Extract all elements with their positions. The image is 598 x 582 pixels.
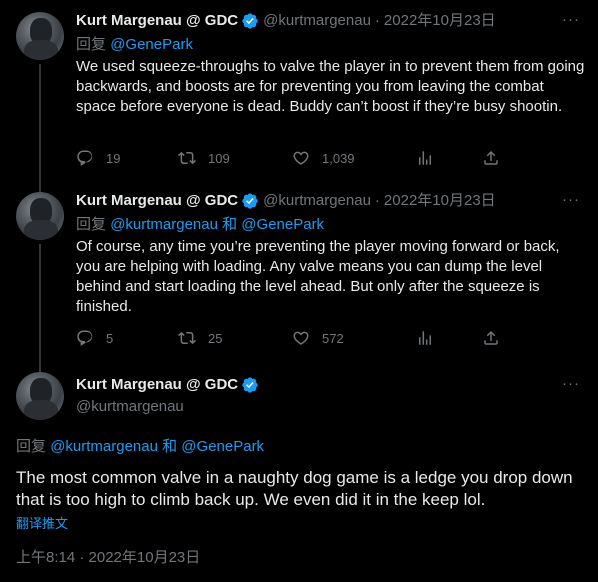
author-name[interactable]: Kurt Margenau @ GDC xyxy=(76,375,238,395)
more-icon[interactable]: ··· xyxy=(562,375,580,392)
author-name[interactable]: Kurt Margenau @ GDC xyxy=(76,191,238,211)
reply-users-link[interactable]: @kurtmargenau 和 @GenePark xyxy=(50,438,264,455)
reply-label: 回复 xyxy=(16,438,47,455)
author-name[interactable]: Kurt Margenau @ GDC xyxy=(76,11,238,31)
translate-tweet-link[interactable]: 翻译推文 xyxy=(16,513,68,532)
share-icon xyxy=(484,330,498,345)
like-icon xyxy=(293,331,309,345)
analytics-button[interactable] xyxy=(416,149,434,167)
tweet-date[interactable]: 2022年10月23日 xyxy=(384,11,496,31)
share-icon xyxy=(484,150,498,165)
tweet-header: Kurt Margenau @ GDC @kurtmargenau · 2022… xyxy=(76,191,496,211)
reply-users-link[interactable]: @kurtmargenau 和 @GenePark xyxy=(110,216,324,233)
reply-count: 19 xyxy=(106,150,121,166)
like-icon xyxy=(293,151,309,165)
like-count: 572 xyxy=(322,330,344,346)
retweet-button[interactable]: 109 xyxy=(178,149,230,167)
reply-users-link[interactable]: @GenePark xyxy=(110,36,193,53)
tweet-text: Of course, any time you’re preventing th… xyxy=(76,238,560,315)
author-handle[interactable]: @kurtmargenau xyxy=(76,397,184,417)
reply-icon xyxy=(77,330,93,346)
retweet-count: 25 xyxy=(208,330,223,346)
main-tweet-text: The most common valve in a naughty dog g… xyxy=(16,468,573,509)
reply-context: 回复 @kurtmargenau 和 @GenePark xyxy=(76,215,324,235)
verified-badge-icon xyxy=(242,13,258,29)
action-bar: 5 25 572 xyxy=(76,329,498,349)
thread-line xyxy=(39,362,41,372)
tweet-2[interactable]: Kurt Margenau @ GDC @kurtmargenau · 2022… xyxy=(0,182,598,362)
author-handle[interactable]: @kurtmargenau xyxy=(263,191,371,211)
more-icon[interactable]: ··· xyxy=(562,191,580,208)
tweet-date[interactable]: 2022年10月23日 xyxy=(384,191,496,211)
more-icon[interactable]: ··· xyxy=(562,11,580,28)
analytics-icon xyxy=(419,151,431,165)
verified-badge-icon xyxy=(242,377,258,393)
verified-badge-icon xyxy=(242,193,258,209)
main-tweet: Kurt Margenau @ GDC @kurtmargenau ··· 回复… xyxy=(0,362,598,582)
reply-button[interactable]: 19 xyxy=(76,149,120,167)
tweet-header: Kurt Margenau @ GDC @kurtmargenau · 2022… xyxy=(76,11,496,31)
thread-line xyxy=(39,182,41,192)
avatar[interactable] xyxy=(16,372,64,420)
retweet-count: 109 xyxy=(208,150,230,166)
reply-icon xyxy=(77,150,93,166)
like-count: 1,039 xyxy=(322,150,355,166)
retweet-icon xyxy=(178,151,196,165)
retweet-button[interactable]: 25 xyxy=(178,329,222,347)
action-bar: 19 109 1,039 xyxy=(76,149,498,169)
retweet-icon xyxy=(178,331,196,345)
thread-line xyxy=(39,64,41,182)
analytics-icon xyxy=(419,331,431,345)
separator-dot: · xyxy=(374,12,380,29)
reply-label: 回复 xyxy=(76,36,107,53)
like-button[interactable]: 1,039 xyxy=(292,149,355,167)
tweet-timestamp[interactable]: 上午8:14 · 2022年10月23日 xyxy=(16,546,200,567)
author-handle[interactable]: @kurtmargenau xyxy=(263,11,371,31)
tweet-1[interactable]: Kurt Margenau @ GDC @kurtmargenau · 2022… xyxy=(0,0,598,182)
reply-count: 5 xyxy=(106,330,114,346)
thread-line xyxy=(39,244,41,362)
avatar[interactable] xyxy=(16,192,64,240)
like-button[interactable]: 572 xyxy=(292,329,344,347)
reply-label: 回复 xyxy=(76,216,107,233)
share-button[interactable] xyxy=(482,149,500,167)
tweet-header: Kurt Margenau @ GDC xyxy=(76,375,263,395)
tweet-text: We used squeeze-throughs to valve the pl… xyxy=(76,58,585,115)
separator-dot: · xyxy=(374,192,380,209)
avatar[interactable] xyxy=(16,12,64,60)
reply-context: 回复 @GenePark xyxy=(76,35,193,55)
reply-button[interactable]: 5 xyxy=(76,329,113,347)
analytics-button[interactable] xyxy=(416,329,434,347)
share-button[interactable] xyxy=(482,329,500,347)
reply-context: 回复 @kurtmargenau 和 @GenePark xyxy=(16,437,264,457)
